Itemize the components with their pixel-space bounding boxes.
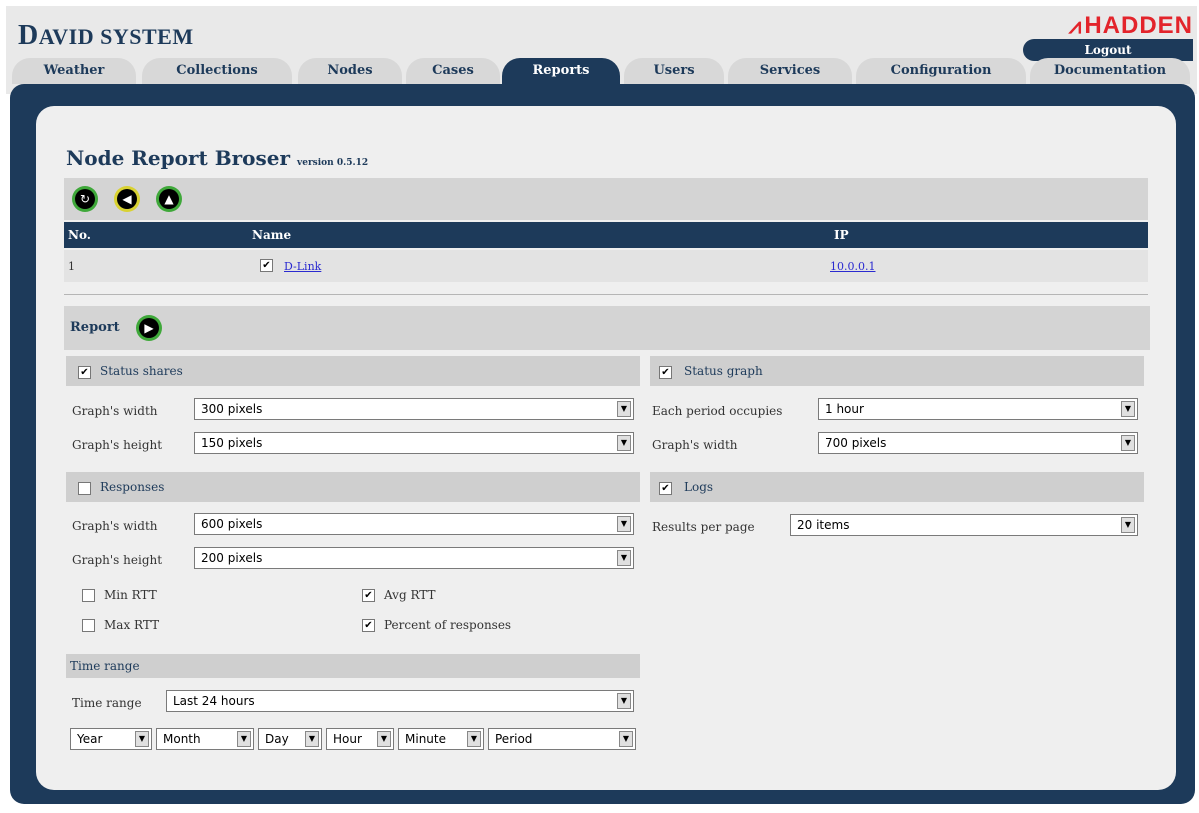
refresh-button[interactable]: ↻ (72, 186, 98, 212)
run-report-button[interactable]: ▶ (136, 315, 162, 341)
sg-period-select[interactable]: 1 hour ▼ (818, 398, 1138, 420)
tab-configuration[interactable]: Configuration (856, 58, 1026, 84)
day-select[interactable]: Day ▼ (258, 728, 322, 750)
dropdown-arrow-icon: ▼ (237, 731, 251, 747)
time-range-section: Time range (66, 654, 640, 678)
divider (64, 294, 1148, 295)
dropdown-arrow-icon: ▼ (617, 550, 631, 566)
dropdown-arrow-icon: ▼ (305, 731, 319, 747)
sg-period-label: Each period occupies (652, 404, 783, 418)
node-ip-link[interactable]: 10.0.0.1 (830, 260, 875, 273)
avg-rtt-checkbox[interactable]: ✔ (362, 589, 375, 602)
status-graph-checkbox[interactable]: ✔ (659, 366, 672, 379)
logs-results-select[interactable]: 20 items ▼ (790, 514, 1138, 536)
row-select-checkbox[interactable]: ✔ (260, 259, 273, 272)
status-shares-section: Status shares (66, 356, 640, 386)
up-icon: ▲ (159, 189, 179, 209)
resp-height-select[interactable]: 200 pixels ▼ (194, 547, 634, 569)
report-label: Report (70, 320, 120, 335)
ss-height-label: Graph's height (72, 438, 163, 452)
max-rtt-checkbox[interactable] (82, 619, 95, 632)
logs-section: Logs (650, 472, 1144, 502)
status-shares-title: Status shares (100, 364, 183, 378)
status-graph-section: Status graph (650, 356, 1144, 386)
ss-width-label: Graph's width (72, 404, 158, 418)
avg-rtt-label: Avg RTT (384, 588, 436, 602)
resp-width-label: Graph's width (72, 519, 158, 533)
app-title: DAVID SYSTEM (18, 20, 194, 51)
toolbar (64, 178, 1148, 220)
play-icon: ▶ (139, 318, 159, 338)
report-bar: Report (64, 306, 1150, 350)
dropdown-arrow-icon: ▼ (135, 731, 149, 747)
version-label: version 0.5.12 (296, 158, 369, 168)
dropdown-arrow-icon: ▼ (619, 731, 633, 747)
max-rtt-label: Max RTT (104, 618, 160, 632)
ss-height-select[interactable]: 150 pixels ▼ (194, 432, 634, 454)
node-name-link[interactable]: D-Link (284, 260, 321, 273)
row-no: 1 (68, 260, 75, 273)
year-select[interactable]: Year ▼ (70, 728, 152, 750)
minute-select[interactable]: Minute ▼ (398, 728, 484, 750)
brand-mark-icon: ⩘ (1068, 13, 1083, 38)
ss-width-select[interactable]: 300 pixels ▼ (194, 398, 634, 420)
back-icon: ◀ (117, 189, 137, 209)
sg-width-select[interactable]: 700 pixels ▼ (818, 432, 1138, 454)
time-range-select[interactable]: Last 24 hours ▼ (166, 690, 634, 712)
refresh-icon: ↻ (75, 189, 95, 209)
time-range-label: Time range (72, 696, 142, 710)
percent-responses-label: Percent of responses (384, 618, 512, 632)
responses-section: Responses (66, 472, 640, 502)
percent-responses-checkbox[interactable]: ✔ (362, 619, 375, 632)
dropdown-arrow-icon: ▼ (617, 516, 631, 532)
dropdown-arrow-icon: ▼ (1121, 517, 1135, 533)
tab-nodes[interactable]: Nodes (298, 58, 402, 84)
tab-cases[interactable]: Cases (406, 58, 500, 84)
brand-logo: ⩘HADDEN (1068, 12, 1193, 39)
status-graph-title: Status graph (684, 364, 763, 378)
hour-select[interactable]: Hour ▼ (326, 728, 394, 750)
month-select[interactable]: Month ▼ (156, 728, 254, 750)
logs-title: Logs (684, 480, 714, 494)
main-tabs: Weather Collections Nodes Cases Reports … (10, 58, 1190, 84)
logs-results-label: Results per page (652, 520, 755, 534)
tab-services[interactable]: Services (728, 58, 852, 84)
table-header: No. Name IP (64, 222, 1148, 248)
col-name: Name (252, 228, 292, 242)
responses-title: Responses (100, 480, 165, 494)
sg-width-label: Graph's width (652, 438, 738, 452)
dropdown-arrow-icon: ▼ (467, 731, 481, 747)
period-select[interactable]: Period ▼ (488, 728, 636, 750)
min-rtt-label: Min RTT (104, 588, 157, 602)
col-no: No. (68, 228, 91, 242)
dropdown-arrow-icon: ▼ (377, 731, 391, 747)
responses-checkbox[interactable] (78, 482, 91, 495)
up-button[interactable]: ▲ (156, 186, 182, 212)
min-rtt-checkbox[interactable] (82, 589, 95, 602)
resp-width-select[interactable]: 600 pixels ▼ (194, 513, 634, 535)
dropdown-arrow-icon: ▼ (1121, 435, 1135, 451)
tab-collections[interactable]: Collections (142, 58, 292, 84)
logs-checkbox[interactable]: ✔ (659, 482, 672, 495)
time-range-section-title: Time range (70, 659, 140, 673)
dropdown-arrow-icon: ▼ (617, 693, 631, 709)
resp-height-label: Graph's height (72, 553, 163, 567)
tab-weather[interactable]: Weather (12, 58, 136, 84)
page-title: Node Report Broser version 0.5.12 (66, 146, 369, 170)
dropdown-arrow-icon: ▼ (617, 401, 631, 417)
tab-reports[interactable]: Reports (502, 58, 620, 84)
dropdown-arrow-icon: ▼ (617, 435, 631, 451)
table-row: 1 ✔ D-Link 10.0.0.1 (64, 250, 1148, 282)
back-button[interactable]: ◀ (114, 186, 140, 212)
col-ip: IP (834, 228, 849, 242)
dropdown-arrow-icon: ▼ (1121, 401, 1135, 417)
tab-documentation[interactable]: Documentation (1030, 58, 1190, 84)
status-shares-checkbox[interactable]: ✔ (78, 366, 91, 379)
tab-users[interactable]: Users (624, 58, 724, 84)
